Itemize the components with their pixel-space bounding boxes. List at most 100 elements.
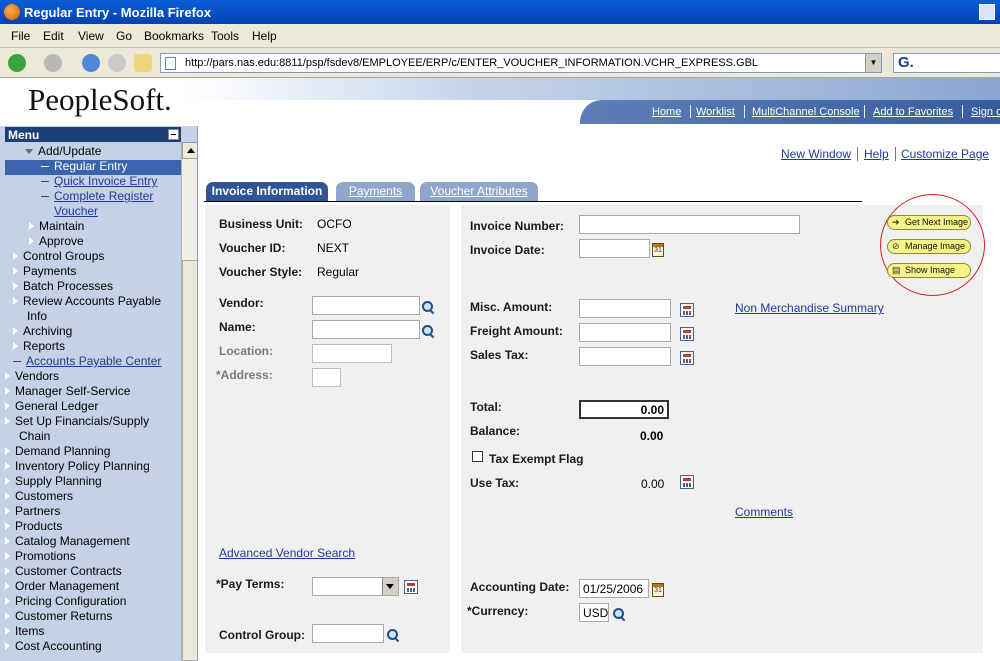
get-next-image-button[interactable]: ➜ Get Next Image <box>887 215 971 230</box>
sidebar-item[interactable]: Batch Processes <box>12 279 113 293</box>
sidebar-item[interactable]: Manager Self-Service <box>4 384 130 398</box>
invoice-date-field[interactable] <box>579 239 650 258</box>
total-field[interactable]: 0.00 <box>579 400 669 419</box>
sidebar-item[interactable]: Reports <box>12 339 65 353</box>
sidebar-item[interactable]: Control Groups <box>12 249 104 263</box>
comments-link[interactable]: Comments <box>735 505 793 519</box>
manage-image-button[interactable]: ⊘ Manage Image <box>887 239 971 254</box>
multichannel-console-link[interactable]: MultiChannel Console <box>752 106 860 118</box>
sidebar-item[interactable]: Accounts Payable Center <box>13 354 161 368</box>
sidebar-item[interactable]: Customers <box>4 489 73 503</box>
sidebar-item[interactable]: Voucher <box>54 204 98 218</box>
name-search-icon[interactable] <box>421 324 435 338</box>
sidebar-item[interactable]: General Ledger <box>4 399 98 413</box>
name-field[interactable] <box>312 320 420 339</box>
sidebar-item[interactable]: Add/Update <box>25 144 101 158</box>
help-link[interactable]: Help <box>864 147 889 161</box>
window-control-icon[interactable] <box>979 4 995 20</box>
sidebar-scrollbar[interactable] <box>181 142 197 661</box>
accounting-date-field[interactable]: 01/25/2006 <box>579 579 649 598</box>
advanced-vendor-search-link[interactable]: Advanced Vendor Search <box>219 546 355 560</box>
sidebar-item[interactable]: Products <box>4 519 62 533</box>
freight-amount-field[interactable] <box>579 323 671 342</box>
sidebar-item[interactable]: Info <box>27 309 47 323</box>
triangle-right-icon <box>4 401 10 411</box>
address-bar[interactable]: http://pars.nas.edu:8811/psp/fsdev8/EMPL… <box>160 53 882 73</box>
sidebar-item[interactable]: Complete Register <box>41 189 153 203</box>
accounting-date-label: Accounting Date: <box>470 580 570 594</box>
sidebar-item[interactable]: Supply Planning <box>4 474 102 488</box>
sidebar-item[interactable]: Vendors <box>4 369 59 383</box>
freight-amount-detail-icon[interactable] <box>680 327 694 341</box>
forward-icon[interactable] <box>44 54 62 72</box>
control-group-field[interactable] <box>312 624 384 643</box>
sidebar-item[interactable]: Items <box>4 624 44 638</box>
worklist-link[interactable]: Worklist <box>696 106 735 118</box>
vendor-field[interactable] <box>312 296 420 315</box>
back-icon[interactable] <box>8 54 26 72</box>
show-image-button[interactable]: ▤ Show Image <box>887 263 971 278</box>
currency-field[interactable]: USD <box>579 603 609 622</box>
home-link[interactable]: Home <box>652 106 681 118</box>
address-dropdown-icon[interactable]: ▼ <box>865 54 881 72</box>
calendar-icon[interactable]: 31 <box>652 243 664 257</box>
sidebar-item[interactable]: Demand Planning <box>4 444 110 458</box>
customize-page-link[interactable]: Customize Page <box>901 147 989 161</box>
pay-terms-select[interactable] <box>312 577 399 596</box>
sidebar-item[interactable]: Maintain <box>28 219 84 233</box>
sign-out-link[interactable]: Sign out <box>971 106 1000 118</box>
scroll-thumb[interactable] <box>182 260 197 661</box>
invoice-number-field[interactable] <box>579 215 800 234</box>
scroll-up-icon[interactable] <box>182 142 197 159</box>
sidebar-item[interactable]: Cost Accounting <box>4 639 102 653</box>
chevron-down-icon[interactable] <box>382 578 398 595</box>
sidebar-item[interactable]: Archiving <box>12 324 72 338</box>
tab-invoice-information[interactable]: Invoice Information <box>206 182 328 201</box>
sales-tax-detail-icon[interactable] <box>680 351 694 365</box>
sidebar-item[interactable]: Customer Returns <box>4 609 112 623</box>
vendor-search-icon[interactable] <box>421 300 435 314</box>
control-group-search-icon[interactable] <box>386 628 400 642</box>
new-window-link[interactable]: New Window <box>781 147 851 161</box>
search-box[interactable]: G. <box>893 53 1000 73</box>
pay-terms-detail-icon[interactable] <box>404 580 418 594</box>
misc-amount-detail-icon[interactable] <box>680 303 694 317</box>
calendar-icon[interactable]: 31 <box>652 583 664 597</box>
home-icon[interactable] <box>134 54 152 72</box>
menu-edit[interactable]: Edit <box>43 29 64 43</box>
sidebar-item[interactable]: Promotions <box>4 549 76 563</box>
menu-tools[interactable]: Tools <box>211 29 239 43</box>
minimize-icon[interactable] <box>168 129 179 140</box>
sidebar-item[interactable]: Payments <box>12 264 76 278</box>
sidebar-item[interactable]: Review Accounts Payable <box>12 294 161 308</box>
misc-amount-field[interactable] <box>579 299 671 318</box>
menu-file[interactable]: File <box>11 29 30 43</box>
sidebar-item[interactable]: Customer Contracts <box>4 564 122 578</box>
currency-search-icon[interactable] <box>612 607 626 621</box>
sidebar-item[interactable]: Quick Invoice Entry <box>41 174 157 188</box>
sidebar-item[interactable]: Regular Entry <box>41 159 127 173</box>
add-to-favorites-link[interactable]: Add to Favorites <box>873 106 953 118</box>
tax-exempt-checkbox[interactable] <box>472 451 483 462</box>
reload-icon[interactable] <box>82 54 100 72</box>
location-field[interactable] <box>312 344 392 363</box>
tab-payments[interactable]: Payments <box>336 182 415 201</box>
sidebar-item[interactable]: Set Up Financials/Supply <box>4 414 149 428</box>
non-merchandise-summary-link[interactable]: Non Merchandise Summary <box>735 301 884 315</box>
sidebar-item[interactable]: Pricing Configuration <box>4 594 126 608</box>
menu-bookmarks[interactable]: Bookmarks <box>144 29 204 43</box>
sales-tax-field[interactable] <box>579 347 671 366</box>
sidebar-item[interactable]: Order Management <box>4 579 119 593</box>
tab-voucher-attributes[interactable]: Voucher Attributes <box>420 182 538 201</box>
sidebar-item[interactable]: Catalog Management <box>4 534 130 548</box>
menu-go[interactable]: Go <box>116 29 132 43</box>
sidebar-item[interactable]: Partners <box>4 504 60 518</box>
sidebar-item[interactable]: Inventory Policy Planning <box>4 459 150 473</box>
menu-help[interactable]: Help <box>252 29 277 43</box>
sidebar-item[interactable]: Chain <box>19 429 50 443</box>
use-tax-detail-icon[interactable] <box>680 475 694 489</box>
stop-icon[interactable] <box>108 54 126 72</box>
address-field[interactable] <box>312 368 341 387</box>
sidebar-item[interactable]: Approve <box>28 234 84 248</box>
menu-view[interactable]: View <box>78 29 104 43</box>
